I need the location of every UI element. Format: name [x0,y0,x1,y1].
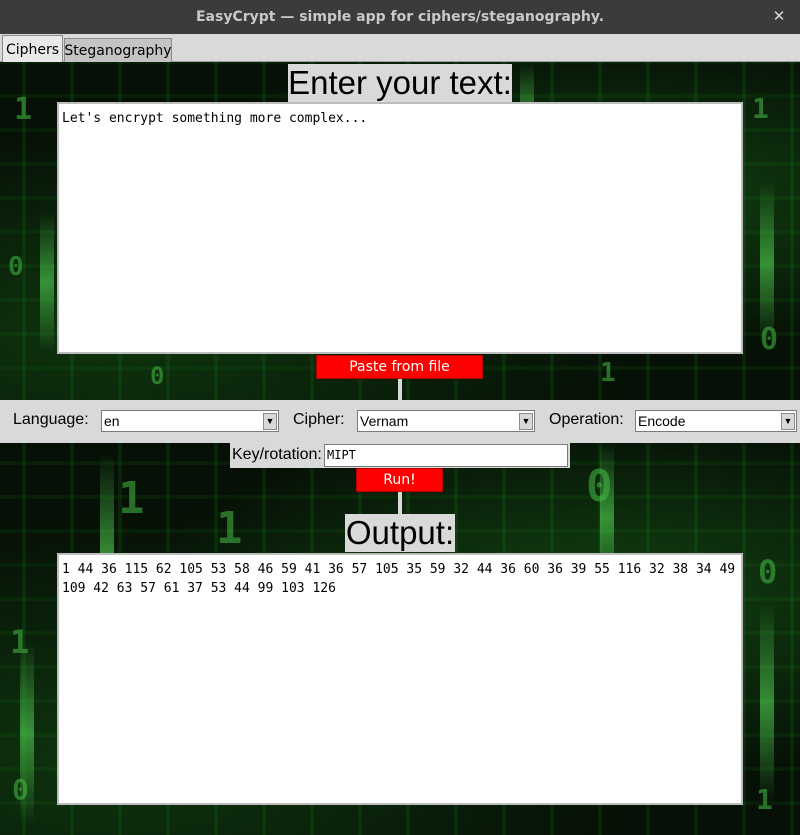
matrix-glyph: 0 [150,362,165,390]
matrix-glyph: 0 [8,252,24,282]
key-row: Key/rotation: MIPT [230,443,570,468]
matrix-glyph: 1 [118,473,145,524]
matrix-glyph: 1 [752,92,769,125]
matrix-streak [40,212,54,352]
tab-ciphers[interactable]: Ciphers [2,35,63,63]
input-textarea[interactable]: Let's encrypt something more complex... [57,102,743,354]
window-title: EasyCrypt — simple app for ciphers/stega… [195,9,605,25]
output-heading: Output: [345,514,455,552]
close-icon[interactable]: ✕ [770,7,788,25]
operation-value: Encode [638,413,686,429]
run-button[interactable]: Run! [356,468,443,492]
paste-from-file-button[interactable]: Paste from file [316,355,483,379]
cipher-select[interactable]: Vernam ▼ [357,410,535,432]
cipher-value: Vernam [360,413,409,429]
matrix-streak [760,182,774,342]
tab-strip: Ciphers Steganography [0,34,800,63]
chevron-down-icon[interactable]: ▼ [519,413,533,430]
tab-steganography[interactable]: Steganography [64,38,172,62]
matrix-glyph: 0 [586,461,613,512]
operation-select[interactable]: Encode ▼ [635,410,797,432]
input-heading: Enter your text: [288,64,512,102]
operation-label: Operation: [549,411,624,428]
cipher-label: Cipher: [293,411,345,428]
matrix-glyph: 0 [760,322,779,357]
matrix-glyph: 0 [12,773,29,806]
matrix-glyph: 1 [600,358,616,388]
matrix-glyph: 1 [756,783,773,816]
language-label: Language: [13,411,89,428]
key-input[interactable]: MIPT [324,444,568,467]
key-label: Key/rotation: [232,446,322,463]
matrix-glyph: 1 [10,623,30,661]
chevron-down-icon[interactable]: ▼ [781,413,795,430]
window-titlebar: EasyCrypt — simple app for ciphers/stega… [0,0,800,34]
connector-line [398,492,402,514]
matrix-glyph: 1 [216,503,243,554]
matrix-glyph: 0 [758,553,778,591]
language-select[interactable]: en ▼ [101,410,279,432]
matrix-streak [760,603,774,803]
connector-line [398,379,402,400]
settings-bar: Language: en ▼ Cipher: Vernam ▼ Operatio… [0,400,800,443]
output-textarea[interactable]: 1 44 36 115 62 105 53 58 46 59 41 36 57 … [57,553,743,805]
matrix-glyph: 1 [14,92,33,127]
chevron-down-icon[interactable]: ▼ [263,413,277,430]
language-value: en [104,413,120,429]
